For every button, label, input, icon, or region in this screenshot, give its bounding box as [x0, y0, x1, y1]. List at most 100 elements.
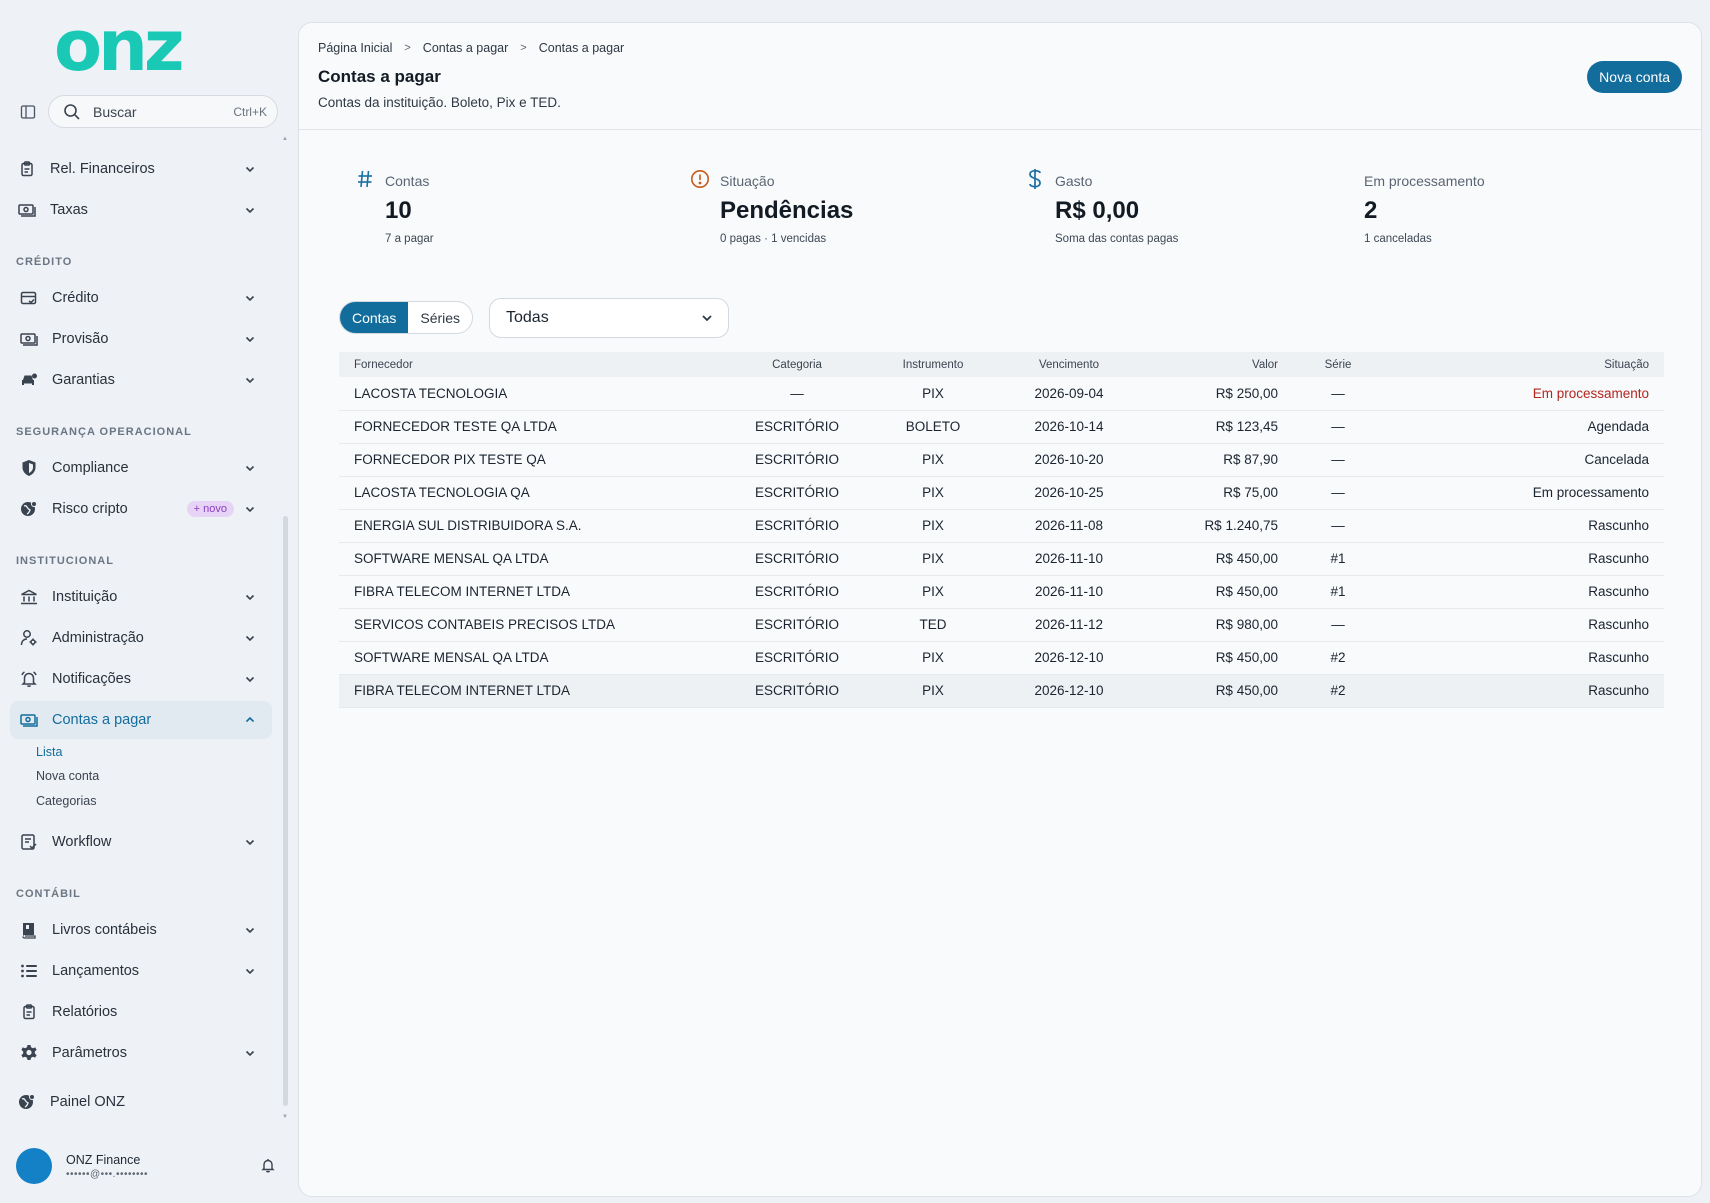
- cell-fornecedor: SOFTWARE MENSAL QA LTDA: [339, 641, 729, 675]
- cell-serie: —: [1293, 608, 1383, 642]
- stat-label: Contas: [385, 173, 430, 189]
- avatar[interactable]: [16, 1148, 52, 1184]
- table-row[interactable]: FORNECEDOR TESTE QA LTDA ESCRITÓRIO BOLETO…: [339, 410, 1664, 444]
- cell-situacao: Em processamento: [1383, 377, 1664, 411]
- tab-contas[interactable]: Contas: [340, 302, 409, 333]
- table-row[interactable]: SERVICOS CONTABEIS PRECISOS LTDA ESCRITÓR…: [339, 608, 1664, 642]
- alert-circle-icon: [690, 169, 710, 189]
- cell-situacao: Rascunho: [1383, 641, 1664, 675]
- nav-provisao[interactable]: Provisão: [10, 320, 272, 358]
- table-row[interactable]: LACOSTA TECNOLOGIA QA ESCRITÓRIO PIX 2026-1…: [339, 476, 1664, 510]
- nav-administracao[interactable]: Administração: [10, 619, 272, 657]
- cell-instrumento: PIX: [865, 443, 1001, 477]
- nav-label: Contas a pagar: [52, 712, 152, 728]
- scroll-up-icon[interactable]: ▲: [282, 136, 288, 142]
- nav-taxas[interactable]: Taxas: [10, 191, 272, 229]
- cell-situacao: Agendada: [1383, 410, 1664, 444]
- search-input[interactable]: Buscar Ctrl+K: [48, 95, 278, 128]
- nav-label: Painel ONZ: [50, 1094, 125, 1110]
- cell-instrumento: PIX: [865, 542, 1001, 576]
- svg-text:onz: onz: [54, 20, 182, 76]
- cell-valor: R$ 87,90: [1137, 443, 1293, 477]
- table-row[interactable]: SOFTWARE MENSAL QA LTDA ESCRITÓRIO PIX 2026…: [339, 641, 1664, 675]
- onz-logo[interactable]: onz: [54, 20, 238, 76]
- cell-vencimento: 2026-11-10: [1001, 575, 1137, 609]
- nav-credito[interactable]: Crédito: [10, 279, 272, 317]
- nav-rel-financeiros[interactable]: Rel. Financeiros: [10, 150, 272, 188]
- table-row[interactable]: FORNECEDOR PIX TESTE QA ESCRITÓRIO PIX 2026…: [339, 443, 1664, 477]
- nav-label: Workflow: [52, 834, 112, 850]
- nav-parametros[interactable]: Parâmetros: [10, 1034, 272, 1072]
- table-row[interactable]: ENERGIA SUL DISTRIBUIDORA S.A. ESCRITÓRIO…: [339, 509, 1664, 543]
- table-row[interactable]: FIBRA TELECOM INTERNET LTDA ESCRITÓRIO PIX…: [339, 575, 1664, 609]
- cell-vencimento: 2026-12-10: [1001, 641, 1137, 675]
- cell-instrumento: PIX: [865, 476, 1001, 510]
- tab-series[interactable]: Séries: [408, 302, 472, 333]
- sidebar-toggle-icon[interactable]: [18, 102, 38, 122]
- nav-lancamentos[interactable]: Lançamentos: [10, 952, 272, 990]
- chevron-down-icon: [242, 202, 258, 218]
- stat-hint: 1 canceladas: [1364, 233, 1432, 245]
- nav-garantias[interactable]: Garantias: [10, 361, 272, 399]
- cell-categoria: ESCRITÓRIO: [729, 674, 865, 708]
- page-header: Página Inicial > Contas a pagar > Contas…: [299, 23, 1701, 130]
- table-row[interactable]: FIBRA TELECOM INTERNET LTDA ESCRITÓRIO PIX…: [339, 674, 1664, 708]
- nav-risco-cripto[interactable]: Risco cripto + novo: [10, 490, 272, 528]
- col-instrumento[interactable]: Instrumento: [865, 352, 1001, 377]
- view-segmented-control: Contas Séries: [339, 301, 474, 334]
- col-categoria[interactable]: Categoria: [729, 352, 865, 377]
- subnav-categorias[interactable]: Categorias: [36, 794, 96, 808]
- sidebar: onz Buscar Ctrl+K ▲ ▼ Rel. Financeiros T…: [0, 0, 296, 1203]
- nav-instituicao[interactable]: Instituição: [10, 578, 272, 616]
- chevron-down-icon: [242, 922, 258, 938]
- breadcrumb-home[interactable]: Página Inicial: [318, 41, 392, 55]
- cell-situacao: Rascunho: [1383, 509, 1664, 543]
- shield-icon: [18, 457, 40, 479]
- cell-instrumento: PIX: [865, 509, 1001, 543]
- book-icon: [18, 919, 40, 941]
- nav-livros-contabeis[interactable]: Livros contábeis: [10, 911, 272, 949]
- subnav-nova-conta[interactable]: Nova conta: [36, 769, 99, 783]
- cell-fornecedor: SOFTWARE MENSAL QA LTDA: [339, 542, 729, 576]
- nav-label: Rel. Financeiros: [50, 161, 155, 177]
- user-profile[interactable]: ONZ Finance ••••••@•••.••••••••: [16, 1148, 278, 1184]
- cash-icon: [18, 328, 40, 350]
- col-situacao[interactable]: Situação: [1383, 352, 1664, 377]
- new-account-button[interactable]: Nova conta: [1587, 61, 1682, 93]
- col-valor[interactable]: Valor: [1137, 352, 1293, 377]
- sidebar-scrollbar[interactable]: [283, 516, 288, 1106]
- col-serie[interactable]: Série: [1293, 352, 1383, 377]
- stat-label: Gasto: [1055, 173, 1093, 189]
- nav-painel-onz[interactable]: Painel ONZ: [10, 1083, 272, 1121]
- table-body: LACOSTA TECNOLOGIA — PIX 2026-09-04 R$ 250,0…: [339, 377, 1664, 708]
- col-vencimento[interactable]: Vencimento: [1001, 352, 1137, 377]
- hash-icon: [355, 169, 375, 189]
- cell-categoria: ESCRITÓRIO: [729, 410, 865, 444]
- subnav-lista[interactable]: Lista: [36, 745, 62, 759]
- nav-compliance[interactable]: Compliance: [10, 449, 272, 487]
- user-info: ONZ Finance ••••••@•••.••••••••: [66, 1153, 260, 1180]
- cell-vencimento: 2026-12-10: [1001, 674, 1137, 708]
- cell-vencimento: 2026-11-08: [1001, 509, 1137, 543]
- nav-contas-a-pagar[interactable]: Contas a pagar: [10, 701, 272, 739]
- col-fornecedor[interactable]: Fornecedor: [339, 352, 729, 377]
- chevron-down-icon: [242, 372, 258, 388]
- scroll-down-icon[interactable]: ▼: [282, 1114, 288, 1120]
- nav-workflow[interactable]: Workflow: [10, 823, 272, 861]
- table-row[interactable]: LACOSTA TECNOLOGIA — PIX 2026-09-04 R$ 250,0…: [339, 377, 1664, 411]
- nav-label: Livros contábeis: [52, 922, 157, 938]
- chevron-down-icon: [242, 460, 258, 476]
- table-row[interactable]: SOFTWARE MENSAL QA LTDA ESCRITÓRIO PIX 2026…: [339, 542, 1664, 576]
- nav-notificacoes[interactable]: Notificações: [10, 660, 272, 698]
- stat-contas: Contas 10 7 a pagar: [358, 170, 434, 245]
- bell-ring-icon: [18, 668, 40, 690]
- nav-relatorios[interactable]: Relatórios: [10, 993, 272, 1031]
- status-filter-select[interactable]: Todas: [489, 298, 729, 338]
- bell-icon[interactable]: [260, 1157, 278, 1175]
- breadcrumb-contas-a-pagar[interactable]: Contas a pagar: [423, 41, 508, 55]
- cell-situacao: Rascunho: [1383, 542, 1664, 576]
- section-contabil: CONTÁBIL: [16, 888, 81, 900]
- chevron-down-icon: [242, 290, 258, 306]
- cell-fornecedor: SERVICOS CONTABEIS PRECISOS LTDA: [339, 608, 729, 642]
- chevron-down-icon: [242, 834, 258, 850]
